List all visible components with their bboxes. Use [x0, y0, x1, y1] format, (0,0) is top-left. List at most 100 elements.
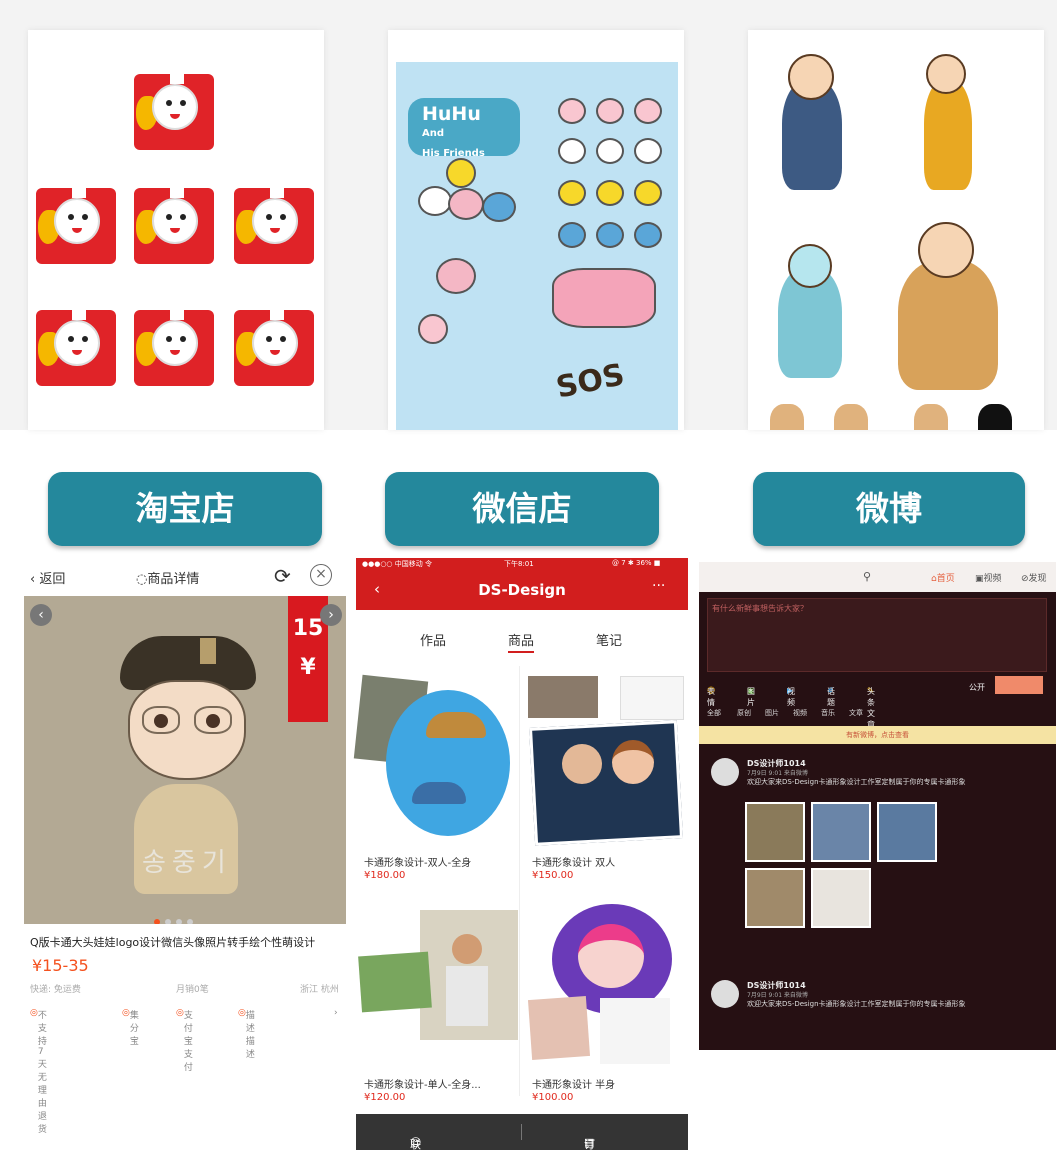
- product-label[interactable]: 卡通形象设计-双人-全身: [364, 854, 471, 869]
- avatar[interactable]: [711, 980, 739, 1008]
- service-tag: 描述描述: [245, 1011, 255, 1060]
- nav-discover[interactable]: ⊘发现: [1021, 571, 1047, 584]
- feed-filter-tabs: 全部 原创 图片 视频 音乐 文章: [707, 708, 1047, 722]
- character-illustration-card: [748, 30, 1044, 430]
- product-description: Q版卡通大头娃娃logo设计微信头像照片转手绘个性萌设计: [30, 936, 316, 949]
- filter-tab[interactable]: 文章: [849, 708, 863, 718]
- wechat-store-button[interactable]: 微信店: [385, 472, 659, 546]
- dancer-character: [924, 54, 972, 190]
- product-label[interactable]: 卡通形象设计-单人-全身...: [364, 1076, 481, 1091]
- weibo-button[interactable]: 微博: [753, 472, 1025, 546]
- bunny-sticker: [418, 186, 452, 216]
- filter-tab[interactable]: 图片: [765, 708, 779, 718]
- tab-products[interactable]: 商品: [508, 630, 535, 653]
- refresh-icon[interactable]: ⟳: [274, 564, 291, 588]
- face-illustration: [562, 744, 602, 784]
- logo-tile: [134, 74, 214, 150]
- search-icon[interactable]: ⚲: [863, 570, 871, 583]
- bunny-sticker: [596, 138, 624, 164]
- nav-video[interactable]: ▣视频: [975, 571, 1002, 584]
- weibo-post[interactable]: DS设计师1014 7月9日 9:01 来自微博 欢迎大家来DS-Design卡…: [711, 758, 1045, 954]
- product-card[interactable]: [353, 672, 520, 872]
- post-time: 7月9日 9:01 来自微博: [747, 770, 808, 777]
- chick-sticker: [634, 180, 662, 206]
- chevron-left-icon[interactable]: ‹: [30, 604, 52, 626]
- chevron-right-icon[interactable]: ›: [320, 604, 342, 626]
- topic-tool-label: 话题: [827, 687, 835, 707]
- post-image[interactable]: [811, 868, 871, 928]
- cap-badge: [200, 638, 216, 664]
- mini-character: [834, 404, 868, 430]
- pig-sticker: [634, 98, 662, 124]
- product-label[interactable]: 卡通形象设计 半身: [532, 1076, 615, 1091]
- product-card[interactable]: [522, 672, 688, 872]
- compose-box[interactable]: 有什么新鲜事想告诉大家？: [707, 598, 1047, 672]
- product-card[interactable]: [522, 904, 688, 1074]
- product-image[interactable]: ‹ 15 ¥ › 송중기: [24, 596, 346, 924]
- status-bar: ●●●○○ 中国移动 令 下午8:01 @ 7 ✱ 36% ■: [356, 558, 688, 570]
- tab-notes[interactable]: 笔记: [596, 630, 622, 649]
- carousel-dots[interactable]: [154, 910, 198, 924]
- taobao-store-button[interactable]: 淘宝店: [48, 472, 322, 546]
- filter-tab[interactable]: 音乐: [821, 708, 835, 718]
- nav-home-label: 首页: [936, 574, 955, 584]
- status-battery: @ 7 ✱ 36% ■: [612, 559, 661, 567]
- image-tool-label: 图片: [747, 687, 755, 707]
- avatar[interactable]: [711, 758, 739, 786]
- page-title: ◌商品详情: [136, 568, 199, 587]
- logo-tile: [36, 188, 116, 264]
- chick-sticker: [558, 180, 586, 206]
- logo-tile: [134, 188, 214, 264]
- logo-tile: [234, 188, 314, 264]
- close-icon[interactable]: ×: [310, 564, 332, 586]
- post-image[interactable]: [811, 802, 871, 862]
- publish-button[interactable]: [995, 676, 1043, 694]
- chevron-right-icon[interactable]: ›: [334, 1008, 338, 1018]
- mini-character: [770, 404, 804, 430]
- sticker-sheet: HuHu And His Friends SOS: [396, 62, 678, 430]
- footer-divider: [521, 1124, 522, 1140]
- product-price: ¥150.00: [532, 870, 574, 881]
- face-illustration: [452, 934, 482, 964]
- face-illustration: [578, 924, 644, 988]
- service-tag: 集分宝: [129, 1011, 139, 1047]
- weibo-top-bar: ⚲ ⌂首页 ▣视频 ⊘发现: [699, 562, 1056, 592]
- huhu-title: HuHu: [422, 103, 481, 125]
- post-image[interactable]: [877, 802, 937, 862]
- explorer-character: [898, 222, 998, 390]
- emoji-tool-label: 表情: [707, 687, 715, 707]
- product-label[interactable]: 卡通形象设计 双人: [532, 854, 615, 869]
- sos-sticker: SOS: [553, 357, 628, 406]
- shipping-info: 快递: 免运费: [30, 985, 81, 995]
- hat-illustration: [412, 782, 466, 804]
- businessman-character: [782, 54, 842, 190]
- product-card[interactable]: [356, 904, 520, 1074]
- product-sketch: [620, 676, 684, 720]
- bunny-sticker: [634, 138, 662, 164]
- product-price: ¥180.00: [364, 870, 406, 881]
- tab-works[interactable]: 作品: [420, 630, 446, 649]
- more-icon[interactable]: ···: [652, 578, 665, 594]
- bird-sticker: [482, 192, 516, 222]
- bird-sticker: [558, 222, 586, 248]
- nav-home[interactable]: ⌂首页: [931, 571, 955, 584]
- sales-info: 月销0笔: [176, 985, 209, 995]
- new-posts-notice[interactable]: 有新微博，点击查看: [699, 726, 1056, 744]
- post-image[interactable]: [745, 802, 805, 862]
- product-icon: ◌: [136, 572, 148, 587]
- filter-tab[interactable]: 全部: [707, 708, 721, 718]
- location-info: 浙江 杭州: [300, 985, 339, 995]
- store-tabs: 作品 商品 笔记: [356, 610, 688, 662]
- back-button[interactable]: ‹ 返回: [30, 568, 65, 587]
- weibo-post[interactable]: DS设计师1014 7月9日 9:01 来自微博 欢迎大家来DS-Design卡…: [711, 980, 1045, 1040]
- visibility-select[interactable]: 公开: [969, 682, 985, 693]
- compose-hint: 有什么新鲜事想告诉大家？: [712, 604, 808, 613]
- name-overlay: 송중기: [142, 848, 232, 878]
- filter-tab[interactable]: 视频: [793, 708, 807, 718]
- nav-discover-label: 发现: [1028, 574, 1047, 584]
- filter-tab[interactable]: 原创: [737, 708, 751, 718]
- face-illustration: [612, 740, 654, 784]
- contact-label: 联系TA: [410, 1138, 421, 1150]
- post-image[interactable]: [745, 868, 805, 928]
- girl-character: [778, 244, 842, 378]
